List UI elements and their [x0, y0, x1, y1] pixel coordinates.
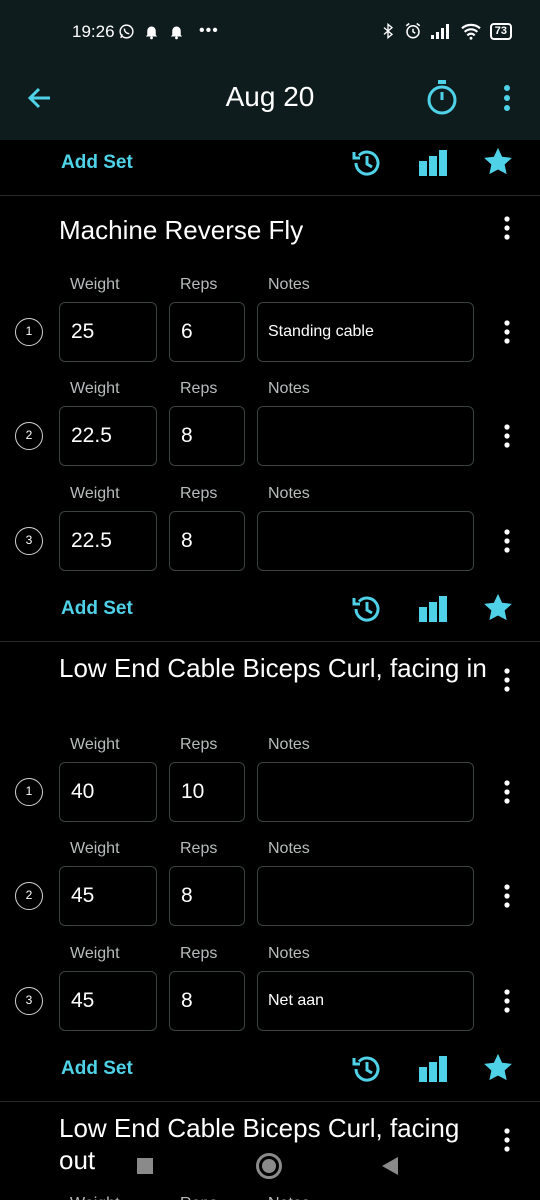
more-vertical-icon[interactable]	[496, 318, 518, 348]
workout-list[interactable]: Add Set Machine Reverse Fly Weight Reps …	[0, 140, 540, 1200]
set-number-badge: 1	[15, 318, 43, 346]
history-icon[interactable]	[350, 146, 384, 180]
notes-label: Notes	[268, 276, 310, 293]
bar-chart-icon[interactable]	[416, 594, 450, 624]
bell-icon	[145, 26, 158, 39]
more-horizontal-icon: •••	[199, 22, 219, 39]
battery-indicator: 73	[489, 22, 512, 40]
more-vertical-icon[interactable]	[496, 527, 518, 557]
notification-icons: •••	[118, 22, 219, 40]
weight-label: Weight	[70, 485, 120, 502]
set-number-badge: 1	[15, 778, 43, 806]
set-number-badge: 2	[15, 882, 43, 910]
exercise-actions: Add Set	[0, 140, 540, 192]
notes-input[interactable]	[257, 302, 474, 362]
notes-input[interactable]	[257, 406, 474, 466]
stopwatch-icon[interactable]	[424, 78, 460, 118]
star-icon[interactable]	[481, 591, 515, 625]
notes-input[interactable]	[257, 511, 474, 571]
more-vertical-icon[interactable]	[496, 778, 518, 808]
reps-label: Reps	[180, 276, 218, 293]
system-nav-bar	[0, 1140, 540, 1200]
reps-label: Reps	[180, 736, 218, 753]
status-bar: 19:26 ••• 73	[0, 0, 540, 62]
reps-input[interactable]	[169, 511, 245, 571]
set-number-badge: 2	[15, 422, 43, 450]
weight-input[interactable]	[59, 762, 157, 822]
back-icon[interactable]	[382, 1157, 398, 1175]
notes-input[interactable]	[257, 762, 474, 822]
set-number-badge: 3	[15, 527, 43, 555]
weight-input[interactable]	[59, 971, 157, 1031]
notes-input[interactable]	[257, 971, 474, 1031]
notes-label: Notes	[268, 380, 310, 397]
add-set-button[interactable]: Add Set	[61, 598, 133, 620]
alarm-icon	[405, 22, 420, 39]
weight-input[interactable]	[59, 406, 157, 466]
bluetooth-icon	[383, 22, 393, 40]
more-vertical-icon[interactable]	[496, 422, 518, 452]
more-vertical-icon[interactable]	[494, 82, 520, 118]
exercise-title: Low End Cable Biceps Curl, facing in	[59, 653, 487, 683]
reps-input[interactable]	[169, 302, 245, 362]
reps-label: Reps	[180, 840, 218, 857]
reps-input[interactable]	[169, 406, 245, 466]
more-vertical-icon[interactable]	[496, 214, 518, 244]
reps-input[interactable]	[169, 971, 245, 1031]
exercise-actions: Add Set	[0, 586, 540, 638]
weight-label: Weight	[70, 380, 120, 397]
exercise-actions: Add Set	[0, 1046, 540, 1098]
weight-label: Weight	[70, 945, 120, 962]
divider	[0, 1101, 540, 1102]
wifi-icon	[461, 23, 481, 40]
whatsapp-icon	[119, 23, 134, 39]
reps-label: Reps	[180, 945, 218, 962]
exercise-title: Machine Reverse Fly	[59, 215, 304, 245]
add-set-button[interactable]: Add Set	[61, 1058, 133, 1080]
reps-label: Reps	[180, 380, 218, 397]
recent-apps-icon[interactable]	[137, 1158, 153, 1174]
star-icon[interactable]	[481, 1051, 515, 1085]
star-icon[interactable]	[481, 145, 515, 179]
notes-label: Notes	[268, 840, 310, 857]
more-vertical-icon[interactable]	[496, 987, 518, 1017]
notes-label: Notes	[268, 485, 310, 502]
more-vertical-icon[interactable]	[496, 882, 518, 912]
history-icon[interactable]	[350, 1052, 384, 1086]
more-vertical-icon[interactable]	[496, 666, 518, 696]
weight-input[interactable]	[59, 302, 157, 362]
status-time: 19:26	[72, 22, 115, 41]
history-icon[interactable]	[350, 592, 384, 626]
system-icons: 73	[380, 22, 512, 40]
weight-label: Weight	[70, 736, 120, 753]
reps-input[interactable]	[169, 866, 245, 926]
notes-label: Notes	[268, 945, 310, 962]
reps-label: Reps	[180, 485, 218, 502]
divider	[0, 195, 540, 196]
divider	[0, 641, 540, 642]
notes-input[interactable]	[257, 866, 474, 926]
bar-chart-icon[interactable]	[416, 1054, 450, 1084]
weight-label: Weight	[70, 276, 120, 293]
reps-input[interactable]	[169, 762, 245, 822]
add-set-button[interactable]: Add Set	[61, 152, 133, 174]
home-icon[interactable]	[256, 1153, 282, 1179]
notes-label: Notes	[268, 736, 310, 753]
bar-chart-icon[interactable]	[416, 148, 450, 178]
app-bar: Aug 20	[0, 62, 540, 140]
weight-label: Weight	[70, 840, 120, 857]
weight-input[interactable]	[59, 511, 157, 571]
set-number-badge: 3	[15, 987, 43, 1015]
bell-icon	[170, 26, 183, 39]
signal-icon	[430, 24, 449, 39]
weight-input[interactable]	[59, 866, 157, 926]
